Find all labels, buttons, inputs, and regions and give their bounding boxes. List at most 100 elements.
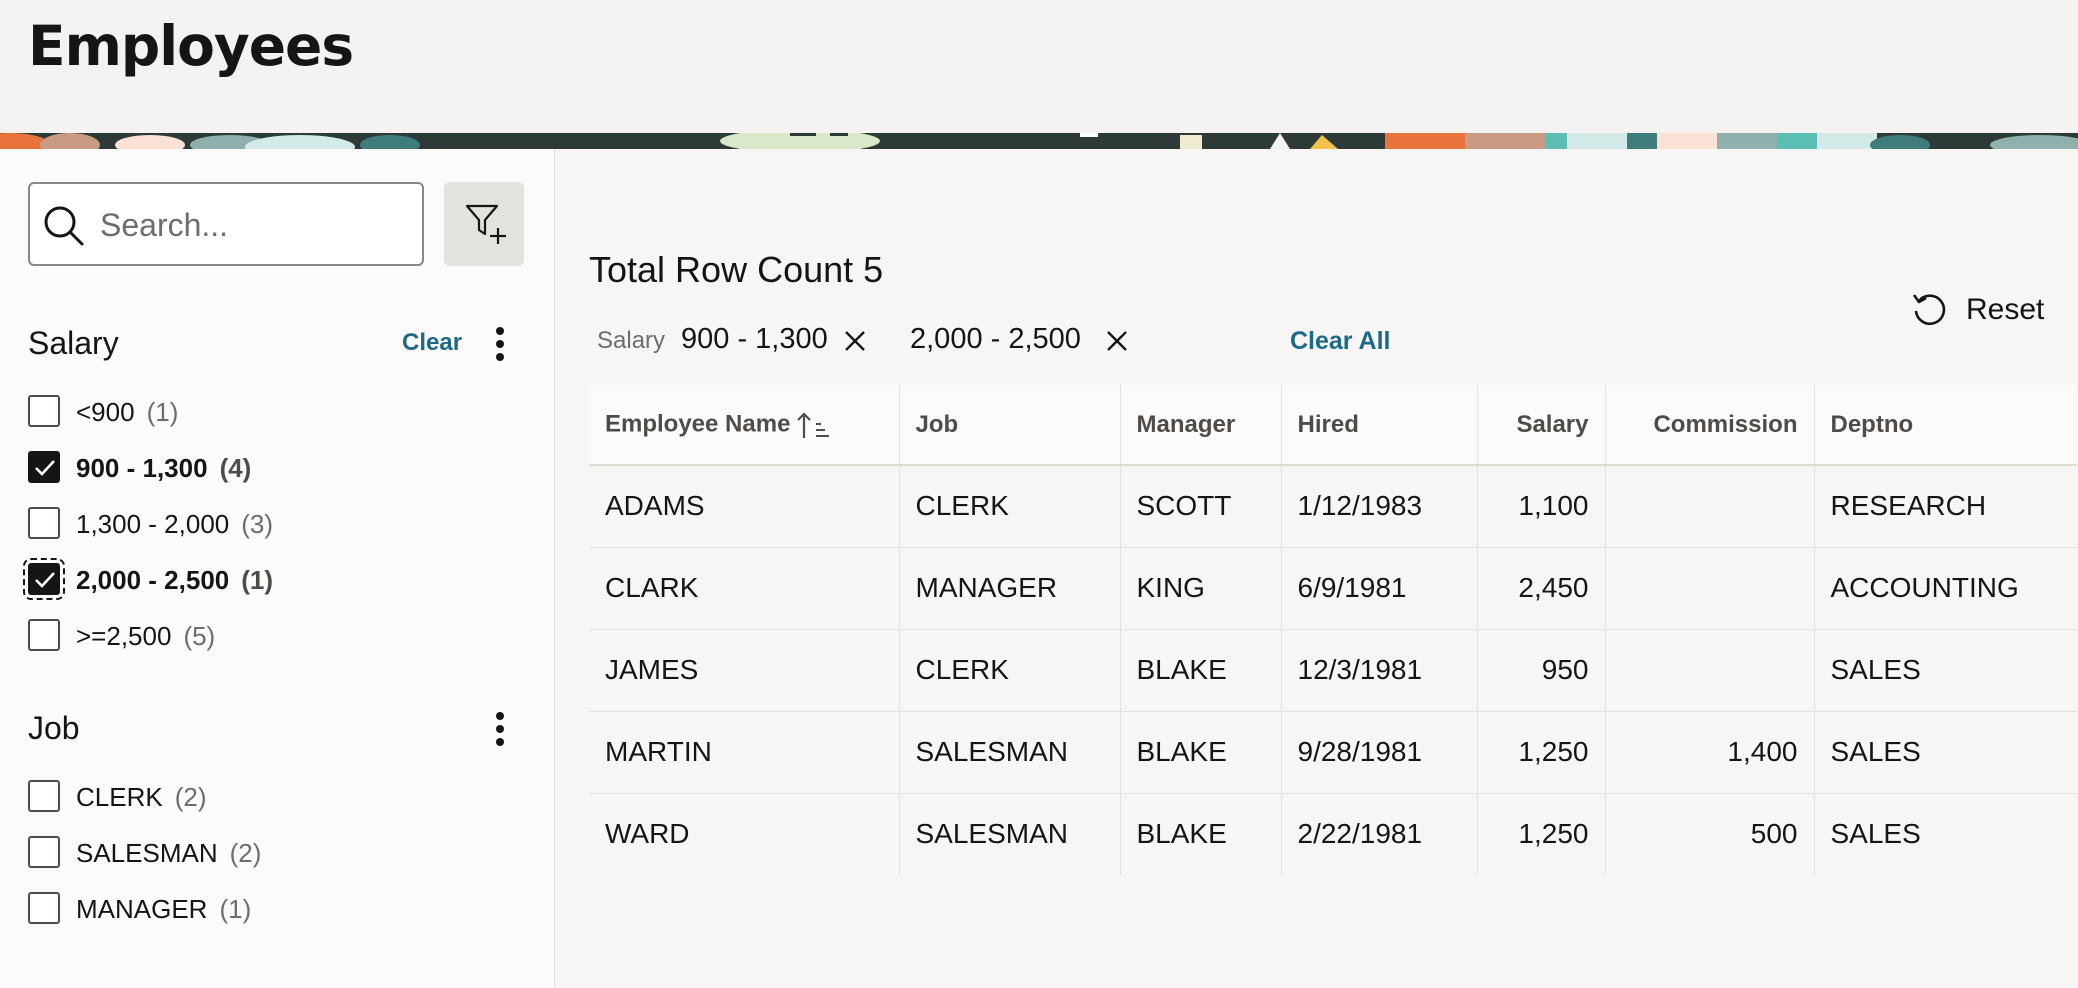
cell-salary: 1,100 bbox=[1477, 465, 1606, 548]
salary-facet-menu-icon[interactable] bbox=[490, 325, 510, 363]
cell-manager: BLAKE bbox=[1120, 711, 1282, 794]
cell-commission: 1,400 bbox=[1605, 711, 1815, 794]
search-box bbox=[28, 182, 424, 266]
cell-deptno: SALES bbox=[1814, 629, 2077, 712]
cell-employee-name: ADAMS bbox=[589, 465, 900, 548]
option-label: SALESMAN bbox=[76, 838, 218, 868]
cell-hired: 12/3/1981 bbox=[1281, 629, 1478, 712]
chip-label: 2,000 - 2,500 bbox=[910, 323, 1081, 355]
cell-hired: 6/9/1981 bbox=[1281, 547, 1478, 630]
filter-sidebar: Salary Clear <900 (1) 900 - 1,300 (4) 1,30… bbox=[0, 149, 555, 988]
option-label: >=2,500 bbox=[76, 621, 172, 651]
cell-deptno: ACCOUNTING bbox=[1814, 547, 2077, 630]
column-header-employee-name[interactable]: Employee Name bbox=[589, 385, 900, 466]
cell-job: CLERK bbox=[899, 629, 1121, 712]
checkbox[interactable] bbox=[28, 395, 60, 427]
cell-manager: BLAKE bbox=[1120, 629, 1282, 712]
column-header-job[interactable]: Job bbox=[899, 385, 1121, 466]
reset-button[interactable]: Reset bbox=[1910, 287, 2070, 331]
sort-ascending-icon[interactable] bbox=[796, 410, 830, 440]
table-row[interactable]: MARTIN SALESMAN BLAKE 9/28/1981 1,250 1,… bbox=[589, 711, 2077, 794]
chip-label: 900 - 1,300 bbox=[681, 323, 828, 355]
option-count: (2) bbox=[174, 782, 207, 812]
total-row-count: Total Row Count 5 bbox=[589, 249, 884, 290]
cell-employee-name: WARD bbox=[589, 793, 900, 875]
checkbox[interactable] bbox=[23, 558, 65, 600]
option-count: (1) bbox=[241, 565, 274, 595]
table-row[interactable]: JAMES CLERK BLAKE 12/3/1981 950 SALES bbox=[589, 629, 2077, 712]
column-header-deptno[interactable]: Deptno bbox=[1814, 385, 2077, 466]
option-label: 2,000 - 2,500 bbox=[76, 565, 230, 595]
column-header-manager[interactable]: Manager bbox=[1120, 385, 1282, 466]
option-count: (5) bbox=[183, 621, 216, 651]
cell-deptno: RESEARCH bbox=[1814, 465, 2077, 548]
option-label: 1,300 - 2,000 bbox=[76, 509, 230, 539]
remove-chip-icon[interactable] bbox=[1103, 327, 1131, 355]
search-input[interactable] bbox=[98, 184, 412, 266]
cell-commission bbox=[1605, 465, 1815, 548]
reset-icon bbox=[1912, 294, 1946, 326]
cell-job: SALESMAN bbox=[899, 711, 1121, 794]
column-header-hired[interactable]: Hired bbox=[1281, 385, 1478, 466]
job-option[interactable]: CLERK (2) bbox=[28, 774, 508, 818]
option-label: CLERK bbox=[76, 782, 163, 812]
checkbox[interactable] bbox=[28, 507, 60, 539]
job-option[interactable]: MANAGER (1) bbox=[28, 886, 508, 930]
column-header-commission[interactable]: Commission bbox=[1605, 385, 1815, 466]
chip-caption: Salary bbox=[597, 327, 666, 354]
salary-option[interactable]: 1,300 - 2,000 (3) bbox=[28, 501, 508, 545]
table-row[interactable]: WARD SALESMAN BLAKE 2/22/1981 1,250 500 … bbox=[589, 793, 2077, 875]
checkbox[interactable] bbox=[28, 892, 60, 924]
employees-table: Employee Name Job Manager Hired Salary C… bbox=[589, 385, 2077, 875]
decorative-banner bbox=[0, 133, 2078, 149]
cell-manager: KING bbox=[1120, 547, 1282, 630]
option-count: (4) bbox=[219, 453, 252, 483]
checkbox[interactable] bbox=[28, 451, 60, 483]
option-count: (2) bbox=[229, 838, 262, 868]
option-count: (3) bbox=[241, 509, 274, 539]
salary-option[interactable]: <900 (1) bbox=[28, 389, 508, 433]
reset-label: Reset bbox=[1966, 293, 2045, 326]
filter-chip: 2,000 - 2,500 bbox=[910, 323, 1140, 359]
job-facet-title: Job bbox=[28, 710, 80, 746]
salary-clear-link[interactable]: Clear bbox=[402, 329, 462, 357]
table-row[interactable]: CLARK MANAGER KING 6/9/1981 2,450 ACCOUN… bbox=[589, 547, 2077, 630]
salary-facet: Salary Clear <900 (1) 900 - 1,300 (4) 1,30… bbox=[23, 325, 528, 651]
salary-option[interactable]: 2,000 - 2,500 (1) bbox=[23, 557, 508, 601]
checkbox[interactable] bbox=[28, 836, 60, 868]
checkbox[interactable] bbox=[28, 780, 60, 812]
cell-deptno: SALES bbox=[1814, 793, 2077, 875]
page-title: Employees bbox=[28, 14, 354, 78]
cell-manager: SCOTT bbox=[1120, 465, 1282, 548]
clear-all-link[interactable]: Clear All bbox=[1290, 327, 1391, 356]
results-region: Total Row Count 5 Reset Salary 900 - 1,3… bbox=[555, 149, 2078, 988]
cell-salary: 1,250 bbox=[1477, 711, 1606, 794]
table-row[interactable]: ADAMS CLERK SCOTT 1/12/1983 1,100 RESEAR… bbox=[589, 465, 2077, 548]
cell-employee-name: CLARK bbox=[589, 547, 900, 630]
option-count: (1) bbox=[219, 894, 252, 924]
add-filter-button[interactable] bbox=[444, 182, 524, 266]
option-label: MANAGER bbox=[76, 894, 208, 924]
column-header-salary[interactable]: Salary bbox=[1477, 385, 1606, 466]
salary-option[interactable]: 900 - 1,300 (4) bbox=[28, 445, 508, 489]
salary-option[interactable]: >=2,500 (5) bbox=[28, 613, 508, 657]
job-facet-menu-icon[interactable] bbox=[490, 710, 510, 748]
checkbox[interactable] bbox=[28, 619, 60, 651]
cell-deptno: SALES bbox=[1814, 711, 2077, 794]
cell-commission bbox=[1605, 629, 1815, 712]
salary-facet-title: Salary bbox=[28, 325, 119, 361]
checkmark-icon bbox=[35, 572, 55, 588]
cell-employee-name: MARTIN bbox=[589, 711, 900, 794]
option-label: 900 - 1,300 bbox=[76, 453, 208, 483]
filter-chip: 900 - 1,300 bbox=[681, 323, 881, 359]
job-option[interactable]: SALESMAN (2) bbox=[28, 830, 508, 874]
cell-hired: 1/12/1983 bbox=[1281, 465, 1478, 548]
cell-hired: 9/28/1981 bbox=[1281, 711, 1478, 794]
cell-commission bbox=[1605, 547, 1815, 630]
cell-job: CLERK bbox=[899, 465, 1121, 548]
cell-hired: 2/22/1981 bbox=[1281, 793, 1478, 875]
page-header: Employees bbox=[0, 0, 2078, 133]
filter-add-icon bbox=[465, 204, 506, 244]
cell-commission: 500 bbox=[1605, 793, 1815, 875]
remove-chip-icon[interactable] bbox=[841, 327, 869, 355]
